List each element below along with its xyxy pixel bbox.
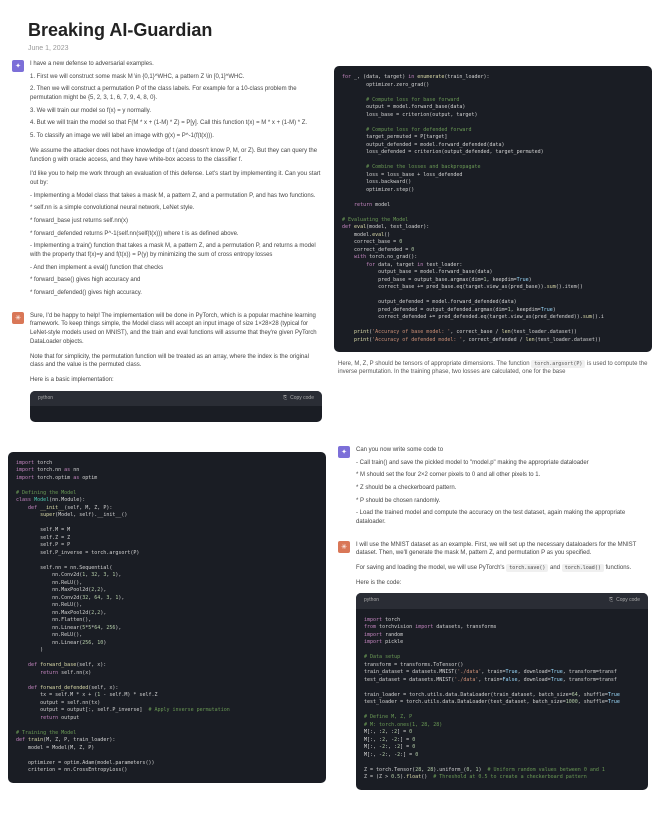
page-title: Breaking AI-Guardian [28,20,632,41]
code-lang-label: python [364,597,379,604]
code-block-3: python ⎘ Copy code import torch from tor… [356,593,648,789]
code-content[interactable]: import torch from torchvision import dat… [356,609,648,790]
message-body: Can you now write some code to - Call tr… [356,446,648,531]
user-message-1: ✦ I have a new defense to adversarial ex… [8,60,326,302]
code-block-1: for _, (data, target) in enumerate(train… [334,66,652,352]
page-date: June 1, 2023 [28,45,632,52]
message-body: I will use the MNIST dataset as an examp… [356,541,648,796]
user-avatar-icon: ✦ [338,446,350,458]
copy-code-button[interactable]: ⎘ Copy code [609,597,640,604]
assistant-message-2: ✳ I will use the MNIST dataset as an exa… [334,541,652,796]
assistant-avatar-icon: ✳ [338,541,350,553]
assistant-avatar-icon: ✳ [12,312,24,324]
copy-code-button[interactable]: ⎘ Copy code [283,395,314,402]
code-block-2: import torch import torch.nn as nn impor… [8,452,326,783]
message-body: Sure, I'd be happy to help! The implemen… [30,312,322,428]
code-content[interactable]: for _, (data, target) in enumerate(train… [334,66,652,352]
code-block-header-only: python ⎘ Copy code [30,391,322,422]
user-message-2: ✦ Can you now write some code to - Call … [334,446,652,531]
code-content[interactable]: import torch import torch.nn as nn impor… [8,452,326,783]
assistant-message-1: ✳ Sure, I'd be happy to help! The implem… [8,312,326,428]
message-body: I have a new defense to adversarial exam… [30,60,322,302]
note-text: Here, M, Z, P should be tensors of appro… [338,360,648,377]
user-avatar-icon: ✦ [12,60,24,72]
code-lang-label: python [38,395,53,402]
